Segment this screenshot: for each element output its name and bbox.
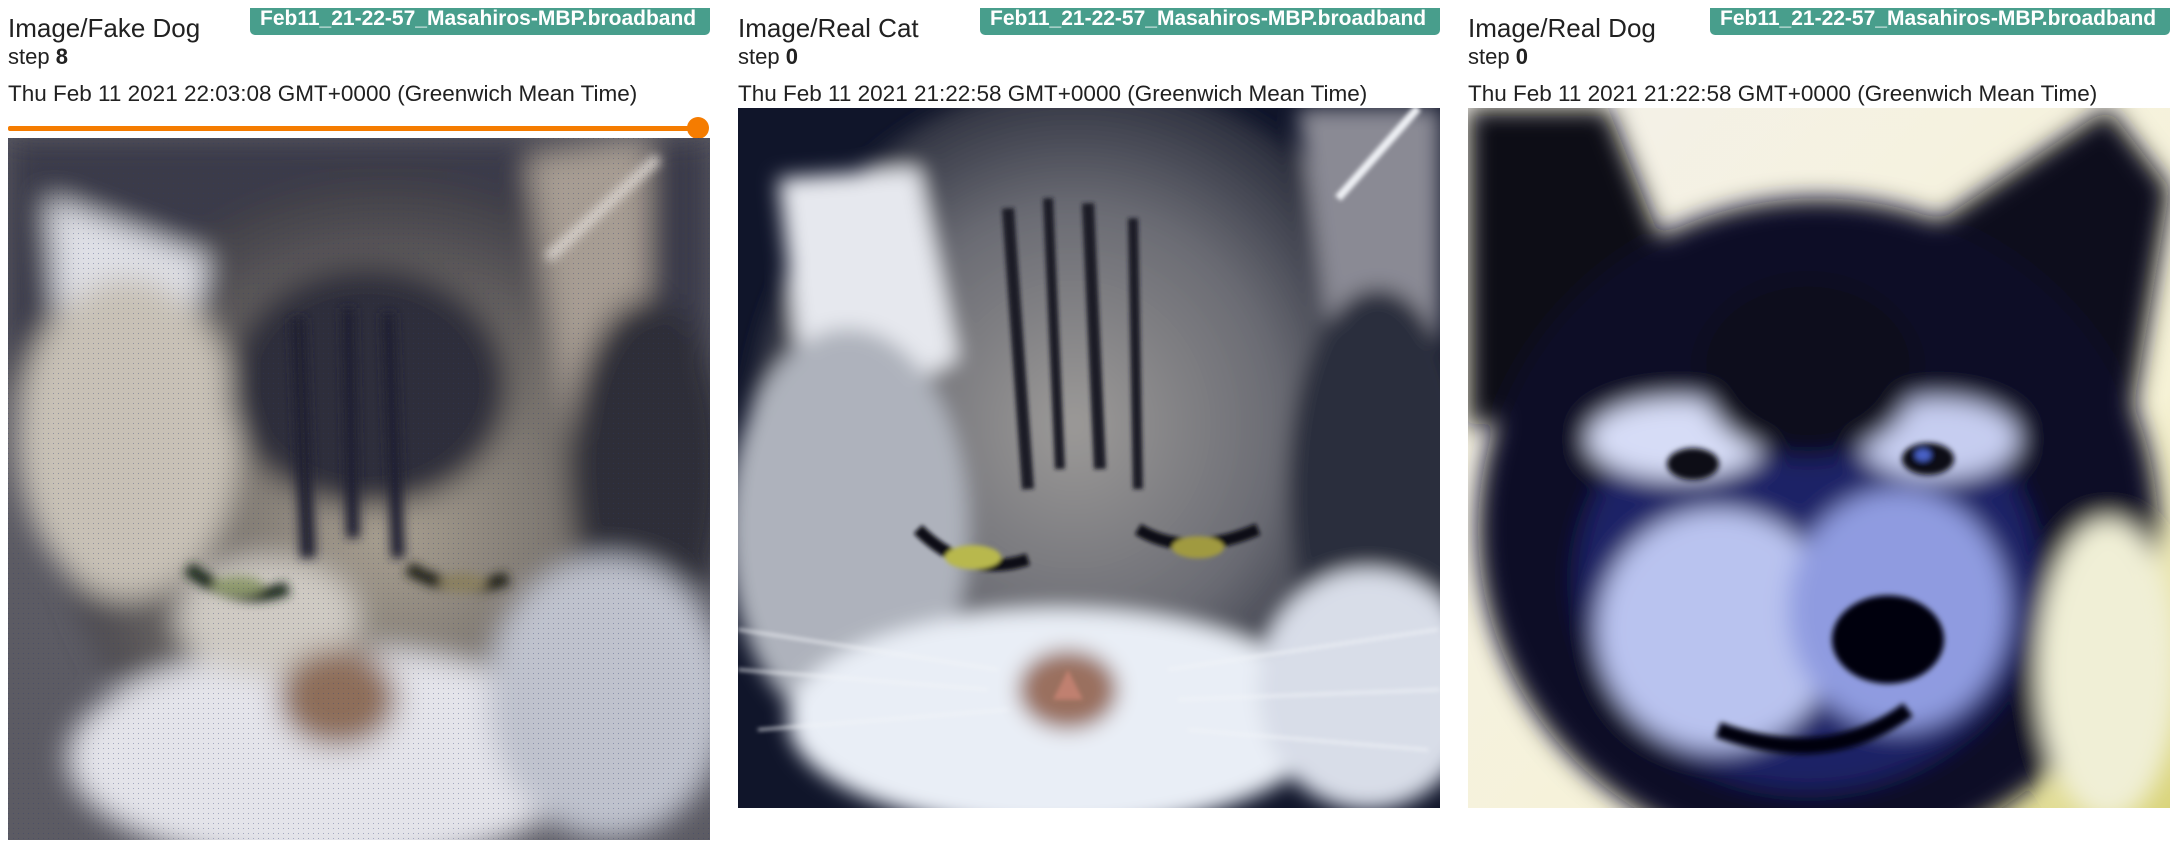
- run-name-badge: Feb11_21-22-57_Masahiros-MBP.broadband: [980, 8, 1440, 35]
- step-value: 0: [785, 44, 798, 69]
- image-card-real-cat: Image/Real Cat Feb11_21-22-57_Masahiros-…: [738, 0, 1440, 852]
- step-label: step: [8, 44, 50, 69]
- step-slider-thumb[interactable]: [687, 117, 709, 139]
- wall-time: Thu Feb 11 2021 21:22:58 GMT+0000 (Green…: [1468, 81, 2098, 106]
- image-card-real-dog: Image/Real Dog Feb11_21-22-57_Masahiros-…: [1468, 0, 2170, 852]
- run-name-badge: Feb11_21-22-57_Masahiros-MBP.broadband: [1710, 8, 2170, 35]
- card-title: Image/Real Dog: [1468, 13, 1656, 43]
- step-indicator: step 0: [738, 44, 798, 70]
- wall-time: Thu Feb 11 2021 22:03:08 GMT+0000 (Green…: [8, 81, 638, 106]
- step-slider-track[interactable]: [8, 126, 698, 131]
- tabby-cat-photo: [738, 108, 1440, 808]
- step-label: step: [1468, 44, 1510, 69]
- wall-time: Thu Feb 11 2021 21:22:58 GMT+0000 (Green…: [738, 81, 1368, 106]
- generated-cat-image: [8, 138, 710, 840]
- black-dog-photo: [1468, 108, 2170, 808]
- run-name-badge: Feb11_21-22-57_Masahiros-MBP.broadband: [250, 8, 710, 35]
- card-title: Image/Fake Dog: [8, 13, 201, 43]
- step-value: 8: [55, 44, 68, 69]
- step-slider[interactable]: [8, 116, 710, 140]
- step-value: 0: [1515, 44, 1528, 69]
- card-title: Image/Real Cat: [738, 13, 919, 43]
- step-indicator: step 8: [8, 44, 68, 70]
- step-indicator: step 0: [1468, 44, 1528, 70]
- image-card-fake-dog: Image/Fake Dog Feb11_21-22-57_Masahiros-…: [8, 0, 710, 852]
- step-label: step: [738, 44, 780, 69]
